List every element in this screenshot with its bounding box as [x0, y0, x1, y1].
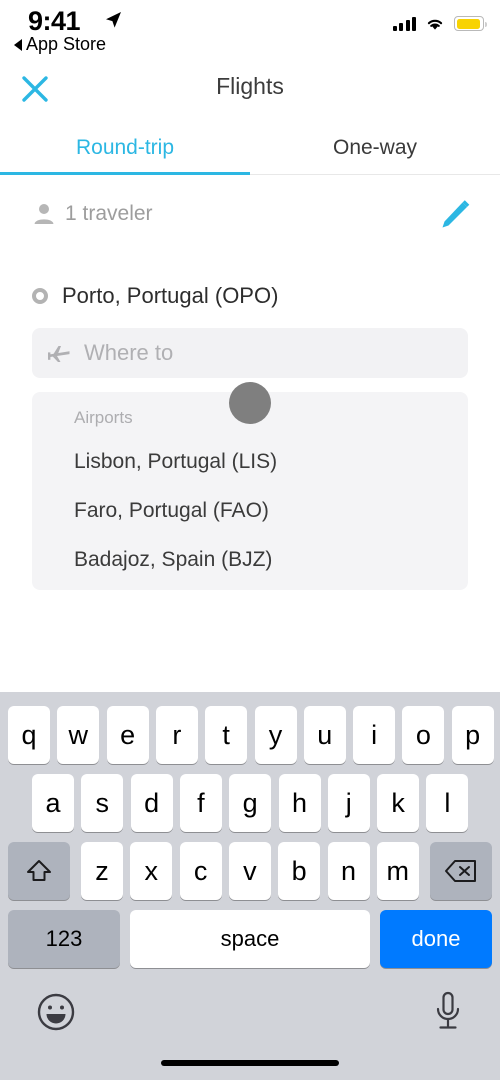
- person-icon: [34, 204, 54, 224]
- status-bar: 9:41 App Store: [0, 0, 500, 58]
- origin-value: Porto, Portugal (OPO): [62, 283, 279, 308]
- list-item[interactable]: Badajoz, Spain (BJZ): [74, 542, 454, 578]
- back-label-text: App Store: [26, 34, 107, 54]
- key-x[interactable]: x: [130, 842, 173, 900]
- status-bar-time: 9:41: [28, 6, 81, 36]
- key-v[interactable]: v: [228, 842, 271, 900]
- navigation-bar: Flights: [0, 62, 500, 118]
- battery-icon: [454, 16, 487, 31]
- cellular-signal-icon: [392, 16, 416, 31]
- origin-field[interactable]: Porto, Portugal (OPO): [32, 272, 468, 320]
- key-g[interactable]: g: [229, 774, 272, 832]
- key-u[interactable]: u: [303, 706, 346, 764]
- home-indicator: [161, 1060, 339, 1066]
- key-p[interactable]: p: [451, 706, 494, 764]
- microphone-icon[interactable]: [433, 990, 463, 1034]
- key-y[interactable]: y: [254, 706, 297, 764]
- key-e[interactable]: e: [106, 706, 149, 764]
- suggestions-section-header: Airports: [74, 408, 133, 427]
- tab-round-trip-label: Round-trip: [75, 135, 175, 159]
- key-n[interactable]: n: [327, 842, 370, 900]
- key-l[interactable]: l: [426, 774, 469, 832]
- key-b[interactable]: b: [278, 842, 321, 900]
- key-h[interactable]: h: [278, 774, 321, 832]
- wifi-icon: [427, 19, 443, 30]
- backspace-icon: [445, 860, 476, 882]
- circle-outline-icon: [32, 288, 48, 304]
- key-k[interactable]: k: [377, 774, 420, 832]
- tab-one-way[interactable]: One-way: [250, 122, 500, 173]
- key-w[interactable]: w: [57, 706, 100, 764]
- done-key[interactable]: done: [380, 910, 492, 968]
- status-bar-indicators: [392, 16, 487, 31]
- list-item[interactable]: Lisbon, Portugal (LIS): [74, 444, 454, 480]
- location-arrow-icon: [106, 12, 121, 28]
- tab-round-trip[interactable]: Round-trip: [0, 122, 250, 173]
- key-r[interactable]: r: [155, 706, 198, 764]
- trip-type-tabs: Round-trip One-way: [0, 122, 500, 176]
- flights-search-screen: 9:41 App Store Flights Round-trip One-wa…: [0, 0, 500, 1080]
- destination-input[interactable]: [84, 340, 444, 366]
- back-to-app-store-link[interactable]: App Store: [14, 34, 106, 55]
- key-a[interactable]: a: [32, 774, 74, 832]
- backspace-key[interactable]: [430, 842, 492, 900]
- shift-key[interactable]: [8, 842, 70, 900]
- active-tab-underline: [0, 172, 250, 175]
- back-triangle-icon: [14, 38, 22, 51]
- traveler-count-label: 1 traveler: [65, 202, 153, 225]
- onscreen-keyboard: qwertyuiop asdfghjkl zxcvbnm 123 space d…: [0, 692, 500, 1080]
- key-t[interactable]: t: [205, 706, 248, 764]
- key-s[interactable]: s: [81, 774, 124, 832]
- key-c[interactable]: c: [179, 842, 222, 900]
- key-z[interactable]: z: [81, 842, 123, 900]
- traveler-selector[interactable]: 1 traveler: [33, 188, 153, 240]
- numeric-key[interactable]: 123: [8, 910, 120, 968]
- key-m[interactable]: m: [376, 842, 419, 900]
- tab-one-way-label: One-way: [332, 135, 418, 159]
- emoji-icon[interactable]: [36, 992, 76, 1032]
- key-q[interactable]: q: [8, 706, 50, 764]
- touch-point: [229, 382, 271, 424]
- key-f[interactable]: f: [179, 774, 222, 832]
- key-i[interactable]: i: [353, 706, 396, 764]
- space-key[interactable]: space: [130, 910, 370, 968]
- pencil-edit-icon[interactable]: [434, 196, 474, 234]
- page-title: Flights: [216, 73, 284, 99]
- shift-icon: [27, 860, 51, 881]
- key-o[interactable]: o: [402, 706, 445, 764]
- key-d[interactable]: d: [130, 774, 173, 832]
- key-j[interactable]: j: [327, 774, 370, 832]
- destination-field[interactable]: [32, 328, 468, 378]
- traveler-row: 1 traveler: [0, 188, 500, 240]
- tabs-divider: [250, 174, 500, 175]
- airplane-icon: [48, 346, 70, 362]
- list-item[interactable]: Faro, Portugal (FAO): [74, 493, 454, 529]
